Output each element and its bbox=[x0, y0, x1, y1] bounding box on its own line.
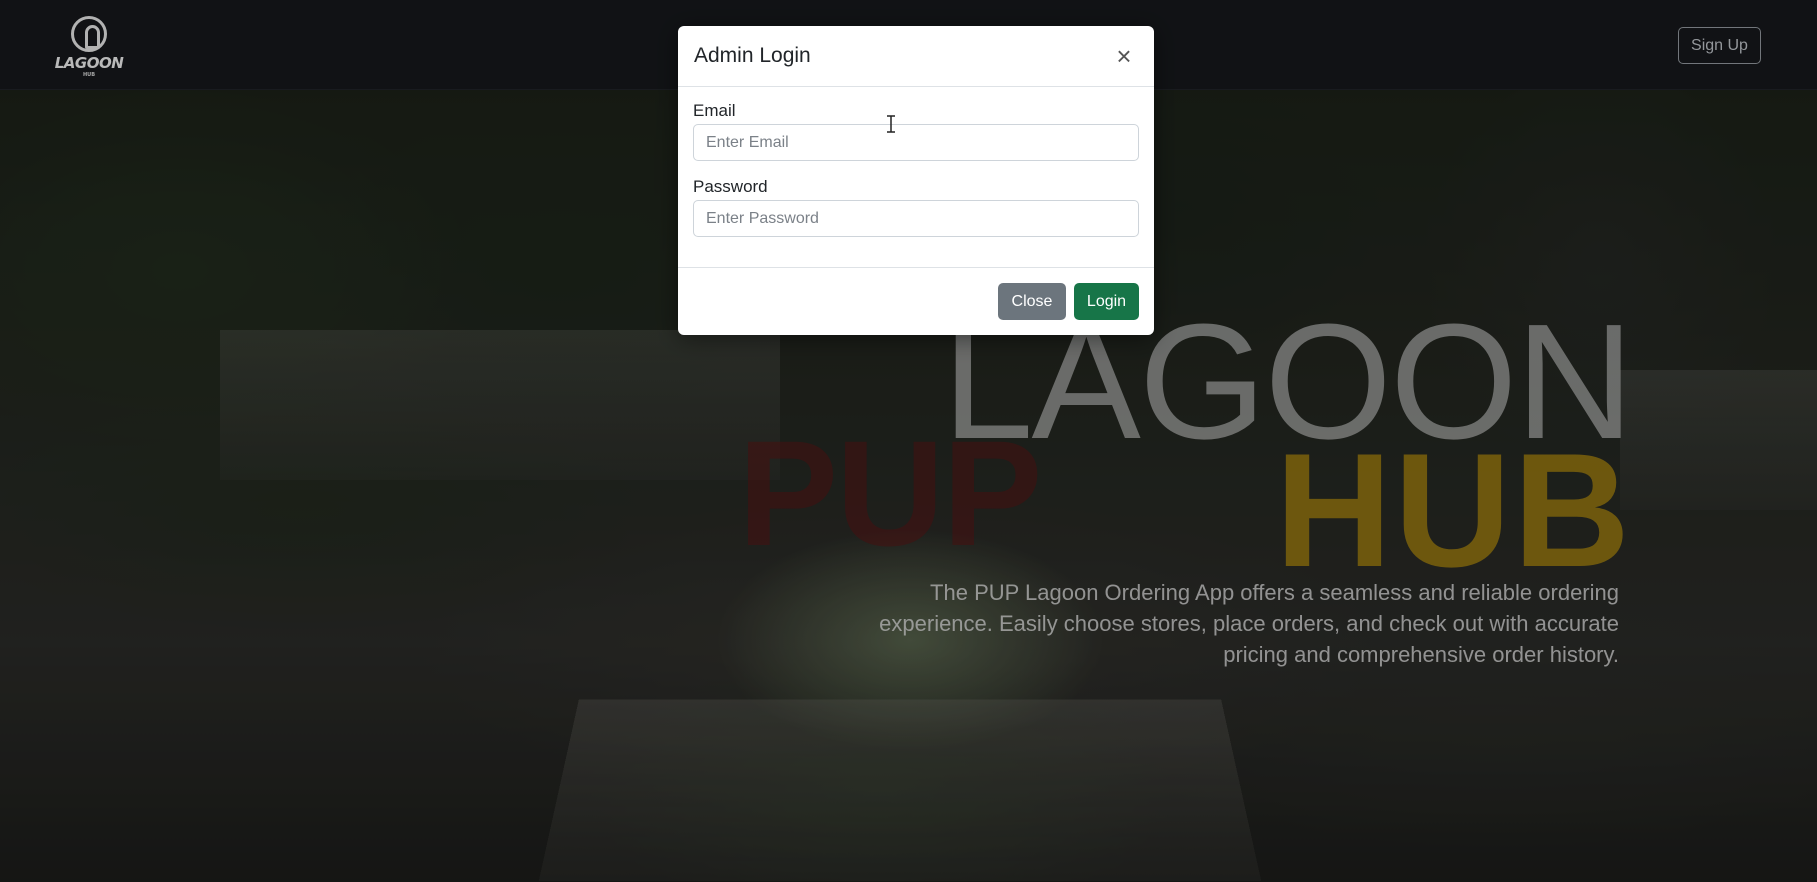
email-input[interactable] bbox=[693, 124, 1139, 161]
password-label: Password bbox=[693, 177, 768, 196]
modal-title: Admin Login bbox=[694, 44, 811, 67]
login-button[interactable]: Login bbox=[1074, 283, 1139, 320]
admin-login-modal: Admin Login × Email Password Close Login bbox=[678, 26, 1154, 335]
close-icon[interactable]: × bbox=[1110, 42, 1138, 70]
modal-footer: Close Login bbox=[678, 267, 1154, 335]
modal-body: Email Password bbox=[678, 87, 1154, 267]
page: LAGOON HUB Sign Up PUP LAGOON HUB The PU… bbox=[0, 0, 1817, 882]
close-button[interactable]: Close bbox=[998, 283, 1066, 320]
email-label: Email bbox=[693, 101, 736, 120]
text-cursor-icon bbox=[887, 115, 895, 133]
password-input[interactable] bbox=[693, 200, 1139, 237]
modal-header: Admin Login × bbox=[678, 26, 1154, 87]
